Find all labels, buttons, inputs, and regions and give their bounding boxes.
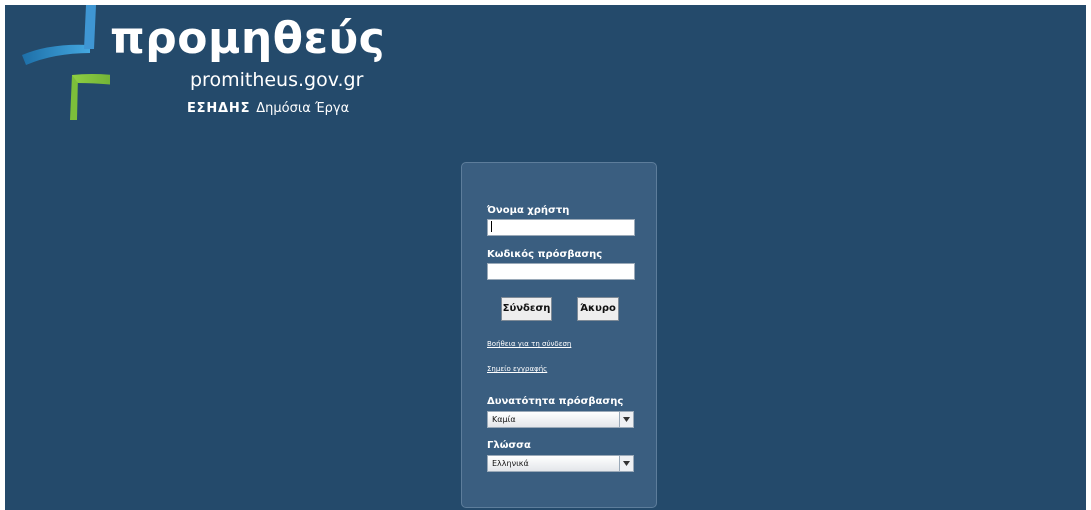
text-caret bbox=[491, 221, 492, 232]
password-label: Κωδικός πρόσβασης bbox=[487, 249, 603, 260]
chevron-down-icon[interactable] bbox=[619, 412, 633, 427]
login-button[interactable]: Σύνδεση bbox=[501, 297, 552, 321]
brand-subtitle-bold: ΕΣΗΔΗΣ bbox=[187, 101, 251, 116]
language-select[interactable]: Ελληνικά bbox=[487, 455, 634, 472]
brand-subtitle-text: Δημόσια Έργα bbox=[256, 101, 350, 116]
login-panel: Όνομα χρήστη Κωδικός πρόσβασης Σύνδεση Ά… bbox=[461, 162, 657, 508]
register-link[interactable]: Σημείο εγγραφής bbox=[487, 365, 547, 373]
language-selected-value: Ελληνικά bbox=[492, 459, 529, 468]
promitheus-logo: προμηθεύς promitheus.gov.gr ΕΣΗΔΗΣ Δημόσι… bbox=[20, 5, 385, 125]
brand-subtitle: ΕΣΗΔΗΣ Δημόσια Έργα bbox=[187, 101, 349, 117]
brand-name: προμηθεύς bbox=[110, 13, 386, 64]
password-input[interactable] bbox=[487, 263, 635, 280]
access-selected-value: Καμία bbox=[492, 415, 516, 424]
brand-domain: promitheus.gov.gr bbox=[190, 69, 364, 91]
logo-mark-icon bbox=[22, 5, 110, 120]
help-link[interactable]: Βοήθεια για τη σύνδεση bbox=[487, 340, 571, 348]
access-label: Δυνατότητα πρόσβασης bbox=[487, 396, 624, 407]
language-label: Γλώσσα bbox=[487, 440, 531, 451]
access-select[interactable]: Καμία bbox=[487, 411, 634, 428]
cancel-button[interactable]: Άκυρο bbox=[577, 297, 619, 321]
username-input[interactable] bbox=[487, 219, 635, 236]
chevron-down-icon[interactable] bbox=[619, 456, 633, 471]
username-label: Όνομα χρήστη bbox=[487, 205, 570, 216]
